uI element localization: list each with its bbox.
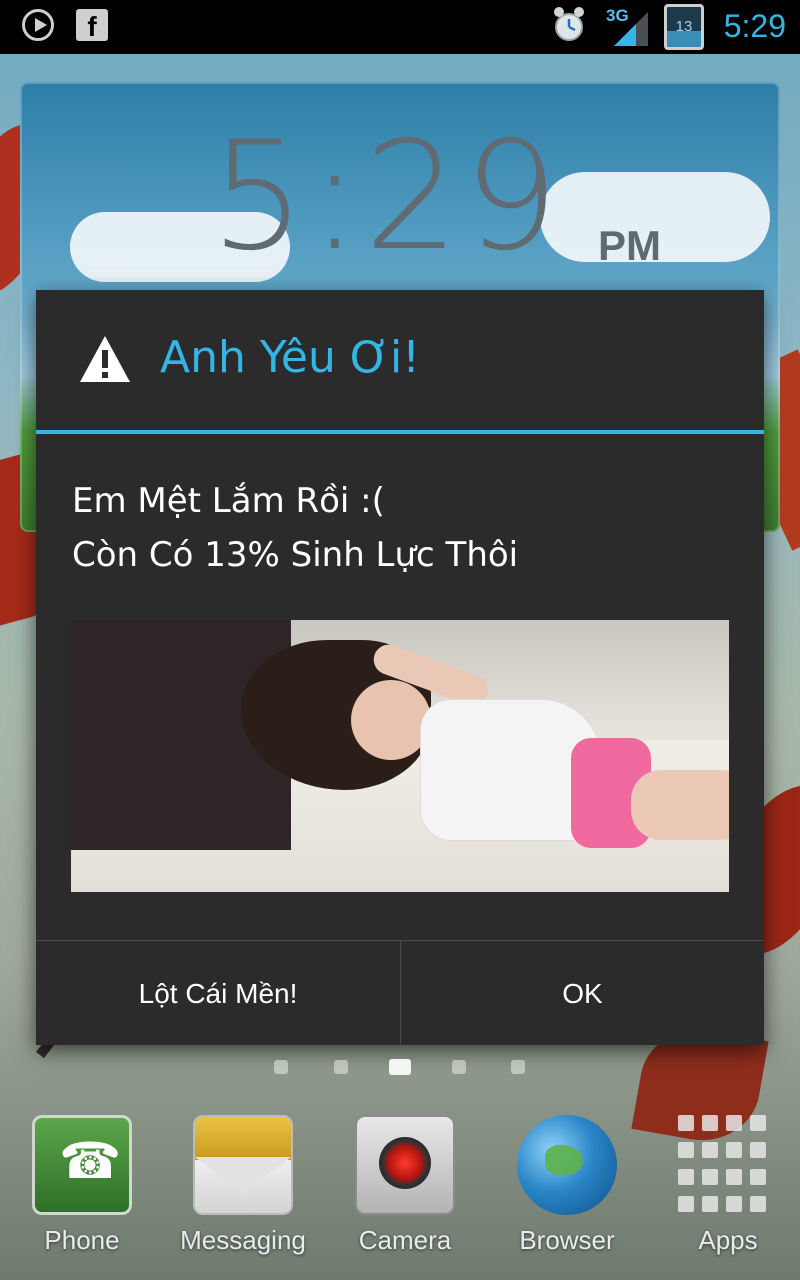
dock-label: Browser	[519, 1225, 615, 1255]
dock-item-browser[interactable]: Browser	[497, 1105, 637, 1275]
status-bar-time: 5:29	[723, 8, 786, 44]
dialog-photo	[71, 620, 729, 892]
dock-item-apps[interactable]: Apps	[658, 1105, 798, 1275]
dock-label: Apps	[698, 1225, 758, 1255]
battery-icon: 13	[664, 4, 704, 50]
alarm-icon	[554, 7, 584, 41]
facebook-icon: f	[76, 9, 108, 42]
camera-icon	[355, 1115, 455, 1215]
page-dot[interactable]	[274, 1060, 288, 1074]
dock-label: Camera	[358, 1225, 452, 1255]
page-indicator	[0, 1058, 800, 1078]
dialog-message: Em Mệt Lắm Rồi :( Còn Có 13% Sinh Lực Th…	[72, 474, 518, 582]
dialog-header: Anh Yêu Ơi!	[36, 290, 764, 430]
browser-icon	[517, 1115, 617, 1215]
page-dot[interactable]	[334, 1060, 348, 1074]
dock-item-messaging[interactable]: Messaging	[173, 1105, 313, 1275]
dock-item-camera[interactable]: Camera	[335, 1105, 475, 1275]
dock-label: Phone	[44, 1225, 120, 1255]
negative-button[interactable]: Lột Cái Mền!	[36, 941, 401, 1046]
photo-face	[351, 680, 431, 760]
phone-icon	[32, 1115, 132, 1215]
status-bar[interactable]: f 3G 13 5:29	[0, 0, 800, 54]
dock: Phone Messaging Camera Browser Apps	[0, 1105, 800, 1280]
battery-level: 13	[675, 18, 693, 35]
dialog-message-line: Em Mệt Lắm Rồi :(	[72, 481, 385, 521]
apps-icon	[678, 1115, 778, 1215]
page-dot[interactable]	[511, 1060, 525, 1074]
photo-legs	[631, 770, 729, 840]
signal-icon: 3G	[606, 6, 648, 46]
dock-item-phone[interactable]: Phone	[12, 1105, 152, 1275]
widget-clock-ampm: PM	[598, 222, 661, 269]
messaging-icon	[193, 1115, 293, 1215]
dialog-message-line: Còn Có 13% Sinh Lực Thôi	[72, 535, 519, 575]
ok-button[interactable]: OK	[401, 941, 764, 1046]
widget-clock-time: 5:29	[210, 110, 563, 284]
page-dot[interactable]	[452, 1060, 466, 1074]
alert-dialog: Anh Yêu Ơi! Em Mệt Lắm Rồi :( Còn Có 13%…	[36, 290, 764, 1046]
page-dot-active[interactable]	[389, 1059, 411, 1075]
dialog-title-divider	[36, 430, 764, 434]
warning-icon	[80, 336, 130, 382]
play-icon	[22, 9, 54, 41]
dialog-title: Anh Yêu Ơi!	[160, 332, 420, 383]
dock-label: Messaging	[180, 1225, 306, 1255]
dialog-button-bar: Lột Cái Mền! OK	[36, 940, 764, 1046]
